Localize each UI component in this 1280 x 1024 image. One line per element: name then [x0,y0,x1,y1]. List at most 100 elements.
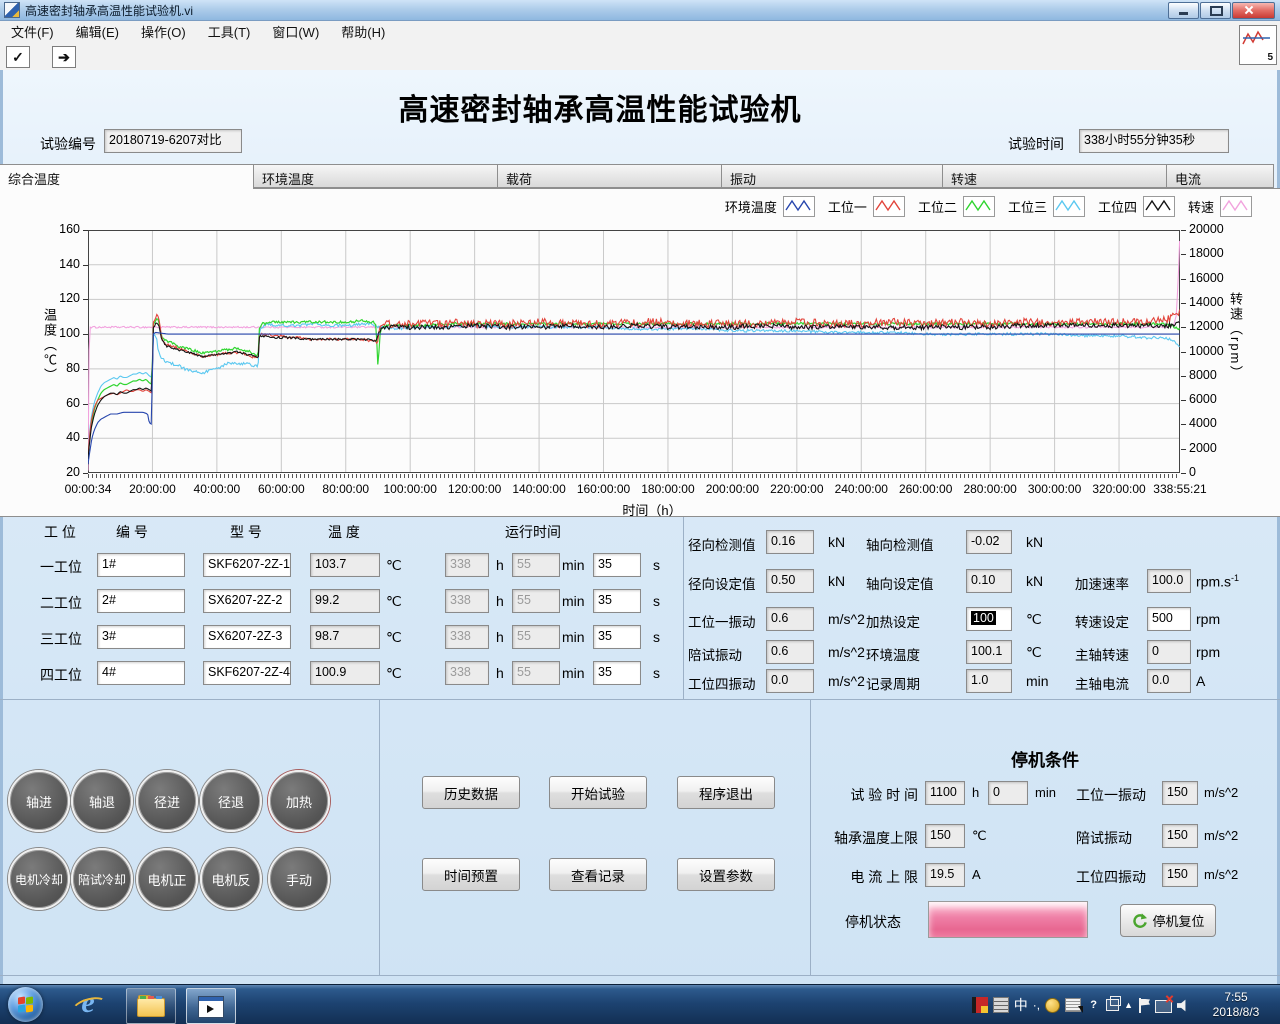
plot-legend: 环境温度工位一工位二工位三工位四转速 [725,196,1252,217]
manual-button-轴退[interactable]: 轴退 [71,770,133,832]
param-label-环境温度: 环境温度 [866,644,920,664]
menu-item-5[interactable]: 窗口(W) [261,21,330,44]
menu-item-3[interactable]: 操作(O) [130,21,197,44]
action-center-icon[interactable] [1138,998,1150,1013]
legend-item-5[interactable]: 工位四 [1098,196,1175,217]
tab-6[interactable]: 电流 [1166,164,1274,188]
manual-button-电机冷却[interactable]: 电机冷却 [8,848,70,910]
ime-options-icon[interactable] [1045,998,1060,1013]
unit-celsius: ℃ [386,593,402,610]
station-model-field[interactable]: SX6207-2Z-3 [203,625,291,649]
right-tick-label: 4000 [1189,416,1217,430]
series-工位一 [88,310,1180,456]
stop-field[interactable]: 0 [988,781,1028,805]
manual-button-径进[interactable]: 径进 [136,770,198,832]
station-id-field[interactable]: 4# [97,661,185,685]
taskbar-labview-button[interactable] [186,988,236,1024]
stop-field[interactable]: 1100 [925,781,965,805]
manual-button-加热[interactable]: 加热 [268,770,330,832]
x-tick-label: 240:00:00 [825,482,897,496]
button-开始试验[interactable]: 开始试验 [549,776,647,809]
maximize-button[interactable] [1200,2,1231,19]
temperature-speed-plot [88,230,1180,473]
tab-2[interactable]: 环境温度 [253,164,498,188]
stop-field-陪试振动[interactable]: 150 [1162,824,1198,848]
ime-mspy-icon[interactable] [972,997,988,1013]
manual-button-电机反[interactable]: 电机反 [200,848,262,910]
unit-celsius: ℃ [386,629,402,646]
legend-item-2[interactable]: 工位一 [828,196,905,217]
stop-field[interactable]: 19.5 [925,863,965,887]
param-field-加热设定[interactable]: 100 [966,607,1012,631]
button-查看记录[interactable]: 查看记录 [549,858,647,891]
close-button[interactable] [1232,2,1275,19]
run-button[interactable]: ➔ [52,46,76,68]
stop-field-工位四振动[interactable]: 150 [1162,863,1198,887]
abort-check-button[interactable]: ✓ [6,46,30,68]
stop-panel-title: 停机条件 [810,746,1280,771]
restore-tray-icon[interactable] [1106,999,1119,1011]
param-label-转速设定: 转速设定 [1075,611,1129,631]
speaker-icon[interactable] [1177,999,1190,1012]
legend-item-4[interactable]: 工位三 [1008,196,1085,217]
button-程序退出[interactable]: 程序退出 [677,776,775,809]
ime-wordbook-icon[interactable] [1065,998,1081,1012]
manual-button-电机正[interactable]: 电机正 [136,848,198,910]
legend-line-icon [1220,196,1252,217]
tab-1[interactable]: 综合温度 [0,164,254,189]
param-unit: m/s^2 [828,644,865,660]
legend-item-6[interactable]: 转速 [1188,196,1252,217]
tray-expand-icon[interactable]: ▲ [1124,1000,1133,1010]
manual-button-径退[interactable]: 径退 [200,770,262,832]
button-设置参数[interactable]: 设置参数 [677,858,775,891]
station-id-field[interactable]: 2# [97,589,185,613]
station-id-field[interactable]: 1# [97,553,185,577]
minimize-button[interactable] [1168,2,1199,19]
network-icon[interactable] [1155,1000,1172,1013]
stop-field[interactable]: 150 [925,824,965,848]
param-unit: kN [828,573,845,589]
param-field-转速设定[interactable]: 500 [1147,607,1191,631]
right-tick-label: 12000 [1189,319,1224,333]
station-model-field[interactable]: SKF6207-2Z-1 [203,553,291,577]
menu-item-6[interactable]: 帮助(H) [330,21,396,44]
station-model-field[interactable]: SKF6207-2Z-4 [203,661,291,685]
series-工位三 [88,323,1180,456]
button-历史数据[interactable]: 历史数据 [422,776,520,809]
ime-language-indicator[interactable]: 中 [1014,995,1028,1015]
help-tray-icon[interactable]: ? [1086,998,1101,1013]
tab-4[interactable]: 振动 [721,164,943,188]
right-tick-label: 14000 [1189,295,1224,309]
internet-explorer-icon[interactable]: e [68,986,108,1023]
test-id-field[interactable]: 20180719-6207对比 [104,129,242,153]
tab-5[interactable]: 转速 [942,164,1167,188]
station-model-field[interactable]: SX6207-2Z-2 [203,589,291,613]
stop-reset-button[interactable]: 停机复位 [1120,904,1216,937]
station-temp-display: 98.7 [310,625,380,649]
menu-item-4[interactable]: 工具(T) [197,21,262,44]
stop-field-工位一振动[interactable]: 150 [1162,781,1198,805]
tab-3[interactable]: 载荷 [497,164,722,188]
unit-minutes: min [562,665,585,681]
window-titlebar[interactable]: 高速密封轴承高温性能试验机.vi [0,0,1280,21]
start-button[interactable] [8,987,43,1022]
station-id-field[interactable]: 3# [97,625,185,649]
taskbar-explorer-button[interactable] [126,988,176,1024]
unit-seconds: s [653,593,660,609]
legend-item-1[interactable]: 环境温度 [725,196,815,217]
manual-button-轴进[interactable]: 轴进 [8,770,70,832]
ime-keyboard-icon[interactable] [993,997,1009,1013]
taskbar-clock[interactable]: 7:55 2018/8/3 [1194,990,1278,1020]
unit-seconds: s [653,665,660,681]
manual-button-手动[interactable]: 手动 [268,848,330,910]
button-时间预置[interactable]: 时间预置 [422,858,520,891]
ime-punctuation-icon[interactable]: ·, [1033,998,1040,1012]
station-header: 工 位 [44,522,76,542]
legend-item-3[interactable]: 工位二 [918,196,995,217]
manual-button-陪试冷却[interactable]: 陪试冷却 [71,848,133,910]
param-field-轴向设定值: 0.10 [966,569,1012,593]
vi-icon-number: 5 [1267,52,1273,63]
menu-item-2[interactable]: 编辑(E) [65,21,130,44]
menu-item-1[interactable]: 文件(F) [0,21,65,44]
station-temp-display: 103.7 [310,553,380,577]
